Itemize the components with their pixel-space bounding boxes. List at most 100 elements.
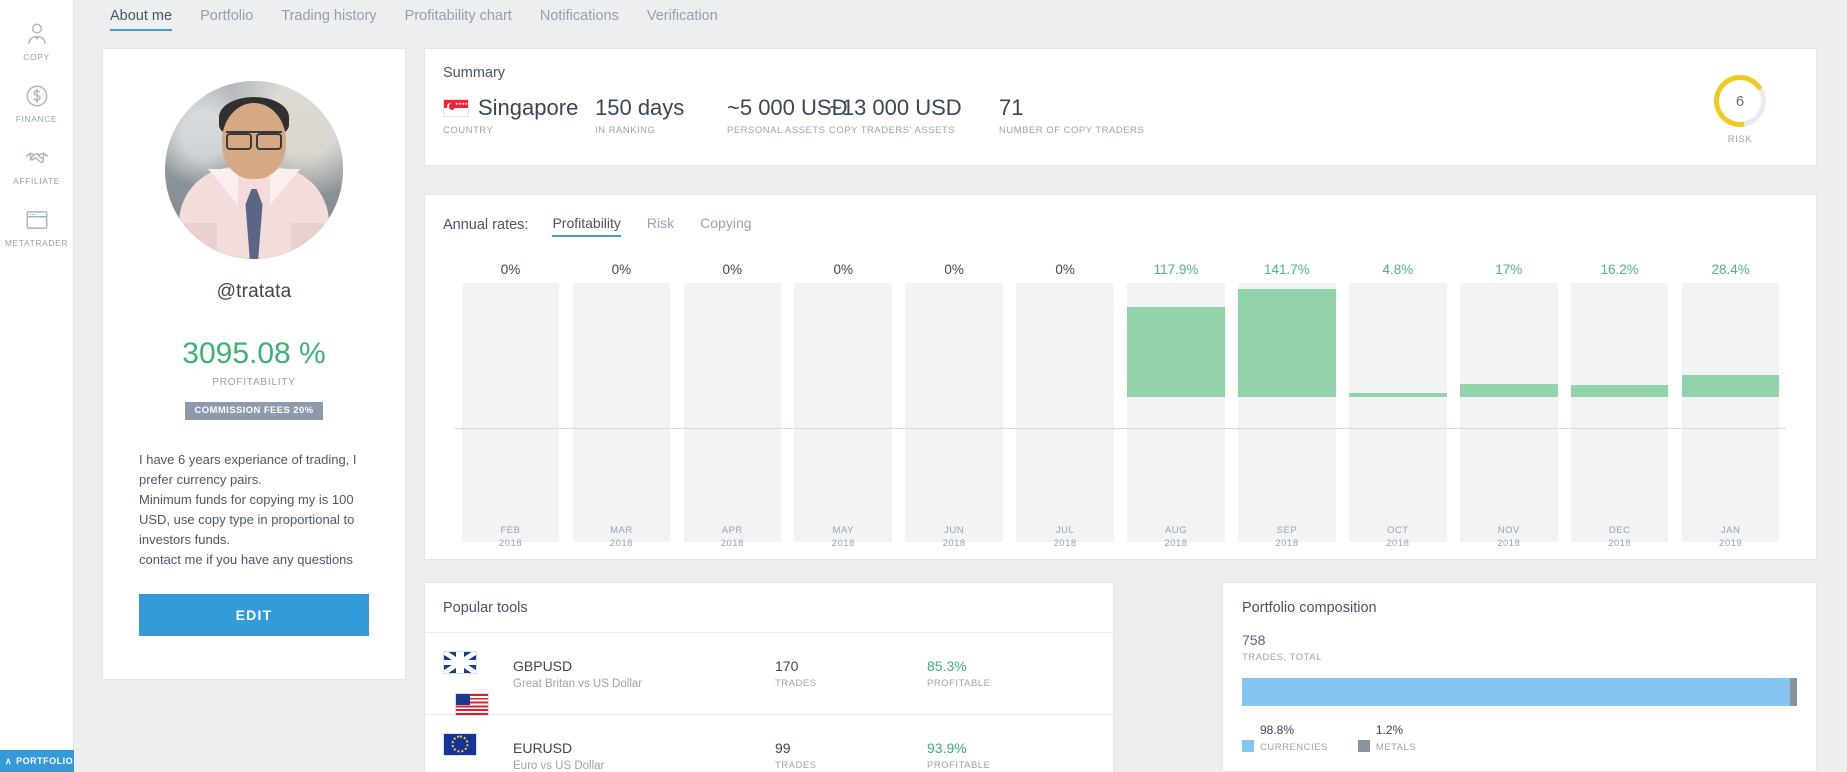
tool-trades-label: TRADES (775, 760, 927, 771)
bar-value-label: 28.4% (1711, 257, 1749, 283)
tool-trades-col: 99 TRADES (775, 740, 927, 771)
portfolio-composition-card: Portfolio composition 758 TRADES, TOTAL … (1222, 582, 1817, 772)
sidebar-item-affiliate[interactable]: AFFILIATE (0, 134, 74, 196)
month-label: DEC2018 (1564, 525, 1675, 549)
bar-column: 28.4% (1675, 257, 1786, 542)
bar-column: 0% (677, 257, 788, 542)
bar-track (794, 283, 892, 542)
bar-track (1349, 283, 1447, 542)
profitability-bar-chart: 0%0%0%0%0%0%117.9%141.7%4.8%17%16.2%28.4… (455, 257, 1786, 542)
month-name: JUL (1010, 525, 1121, 536)
tool-trades-value: 170 (775, 658, 927, 674)
dollar-circle-icon (24, 83, 50, 109)
tool-trades-col: 170 TRADES (775, 658, 927, 689)
month-label: SEP 2018 (1231, 525, 1342, 549)
bar-value-label: 141.7% (1264, 257, 1310, 283)
stat-country: ★★★★★ Singapore COUNTRY (443, 95, 595, 136)
bar-column: 4.8% (1342, 257, 1453, 542)
legend-metals-percent: 1.2% (1376, 723, 1403, 737)
bar-value-label: 117.9% (1154, 257, 1199, 283)
legend-currencies-label: CURRENCIES (1260, 742, 1328, 753)
risk-gauge-value: 6 (1736, 93, 1744, 110)
bar-track (1238, 283, 1336, 542)
month-year: 2018 (1453, 538, 1564, 549)
month-label: JUN 2018 (899, 525, 1010, 549)
bar-fill (1349, 393, 1447, 397)
handshake-icon (24, 145, 50, 171)
portfolio-toggle-bar[interactable]: ∧ PORTFOLIO (0, 750, 74, 772)
tab-portfolio[interactable]: Portfolio (186, 0, 267, 31)
month-year: 2018 (566, 538, 677, 549)
bar-column: 17% (1453, 257, 1564, 542)
month-name: APR (677, 525, 788, 536)
stat-personal-assets: ~5 000 USD PERSONAL ASSETS (727, 95, 829, 136)
legend-item-metals: 1.2% METALS (1358, 721, 1416, 753)
month-label: NOV2018 (1453, 525, 1564, 549)
tab-profitability-chart[interactable]: Profitability chart (391, 0, 526, 31)
rate-tab-profitability[interactable]: Profitability (542, 213, 630, 237)
bar-track (1127, 283, 1225, 542)
legend-currencies-percent: 98.8% (1260, 723, 1294, 737)
tab-verification[interactable]: Verification (633, 0, 732, 31)
bar-fill (1682, 375, 1780, 397)
table-row[interactable]: EURUSD Euro vs US Dollar 99 TRADES 93.9%… (425, 715, 1113, 772)
table-row[interactable]: GBPUSD Great Britan vs US Dollar 170 TRA… (425, 633, 1113, 715)
month-year: 2018 (1342, 538, 1453, 549)
risk-gauge-label: RISK (1704, 134, 1776, 145)
popular-tools-title: Popular tools (425, 583, 1113, 616)
bar-track (1571, 283, 1669, 542)
legend-item-currencies: 98.8% CURRENCIES (1242, 721, 1328, 753)
sidebar-item-metatrader[interactable]: METATRADER (0, 196, 74, 258)
stat-country-label: COUNTRY (443, 125, 595, 136)
sidebar-item-affiliate-label: AFFILIATE (13, 176, 60, 186)
bar-column: 141.7% (1231, 257, 1342, 542)
bar-track (1460, 283, 1558, 542)
summary-card: Summary ★★★★★ Singapore COUNTRY 150 days… (424, 48, 1817, 166)
pair-flags (443, 733, 499, 772)
avatar (165, 81, 343, 259)
month-year: 2018 (1231, 538, 1342, 549)
bar-track (684, 283, 782, 542)
bar-column: 0% (899, 257, 1010, 542)
tool-profitable-label: PROFITABLE (927, 678, 1079, 689)
sidebar-item-copy[interactable]: COPY (0, 10, 74, 72)
bar-fill (1238, 289, 1336, 397)
tab-about-me[interactable]: About me (96, 0, 186, 31)
month-name: SEP (1231, 525, 1342, 536)
stat-number-of-copy-traders: 71 NUMBER OF COPY TRADERS (999, 95, 1144, 136)
trades-total-value: 758 (1223, 616, 1816, 648)
stat-country-value: Singapore (478, 95, 578, 121)
us-flag-icon (455, 693, 489, 716)
summary-title: Summary (425, 49, 1816, 81)
bar-track (905, 283, 1003, 542)
commission-fees-badge: COMMISSION FEES 20% (185, 402, 324, 420)
month-name: JUN (899, 525, 1010, 536)
bar-value-label: 0% (723, 257, 743, 283)
bar-track (1016, 283, 1114, 542)
tab-trading-history[interactable]: Trading history (267, 0, 390, 31)
annual-rates-card: Annual rates: Profitability Risk Copying… (424, 194, 1817, 560)
tab-notifications[interactable]: Notifications (526, 0, 633, 31)
month-year: 2018 (1010, 538, 1121, 549)
edit-button[interactable]: EDIT (139, 594, 369, 636)
legend-metals-label: METALS (1376, 742, 1416, 753)
month-name: MAY (788, 525, 899, 536)
bar-track (462, 283, 560, 542)
rate-tab-copying[interactable]: Copying (690, 213, 761, 237)
tool-profitable-value: 85.3% (927, 658, 1079, 674)
stat-copy-traders-assets-label: COPY TRADERS' ASSETS (829, 125, 999, 136)
risk-gauge-ring: 6 (1714, 75, 1766, 127)
sidebar-item-finance[interactable]: FINANCE (0, 72, 74, 134)
rate-tab-risk[interactable]: Risk (637, 213, 684, 237)
month-name: MAR (566, 525, 677, 536)
tool-name-wrap: GBPUSD Great Britan vs US Dollar (513, 658, 775, 690)
month-year: 2018 (899, 538, 1010, 549)
sidebar-item-metatrader-label: METATRADER (5, 238, 68, 248)
window-icon (24, 207, 50, 233)
bar-column: 0% (788, 257, 899, 542)
month-year: 2018 (455, 538, 566, 549)
annual-rates-header: Annual rates: Profitability Risk Copying (425, 195, 1816, 237)
portfolio-composition-title: Portfolio composition (1223, 583, 1816, 616)
legend-swatch-metals-icon (1358, 740, 1370, 752)
stat-number-of-copy-traders-value: 71 (999, 95, 1144, 121)
